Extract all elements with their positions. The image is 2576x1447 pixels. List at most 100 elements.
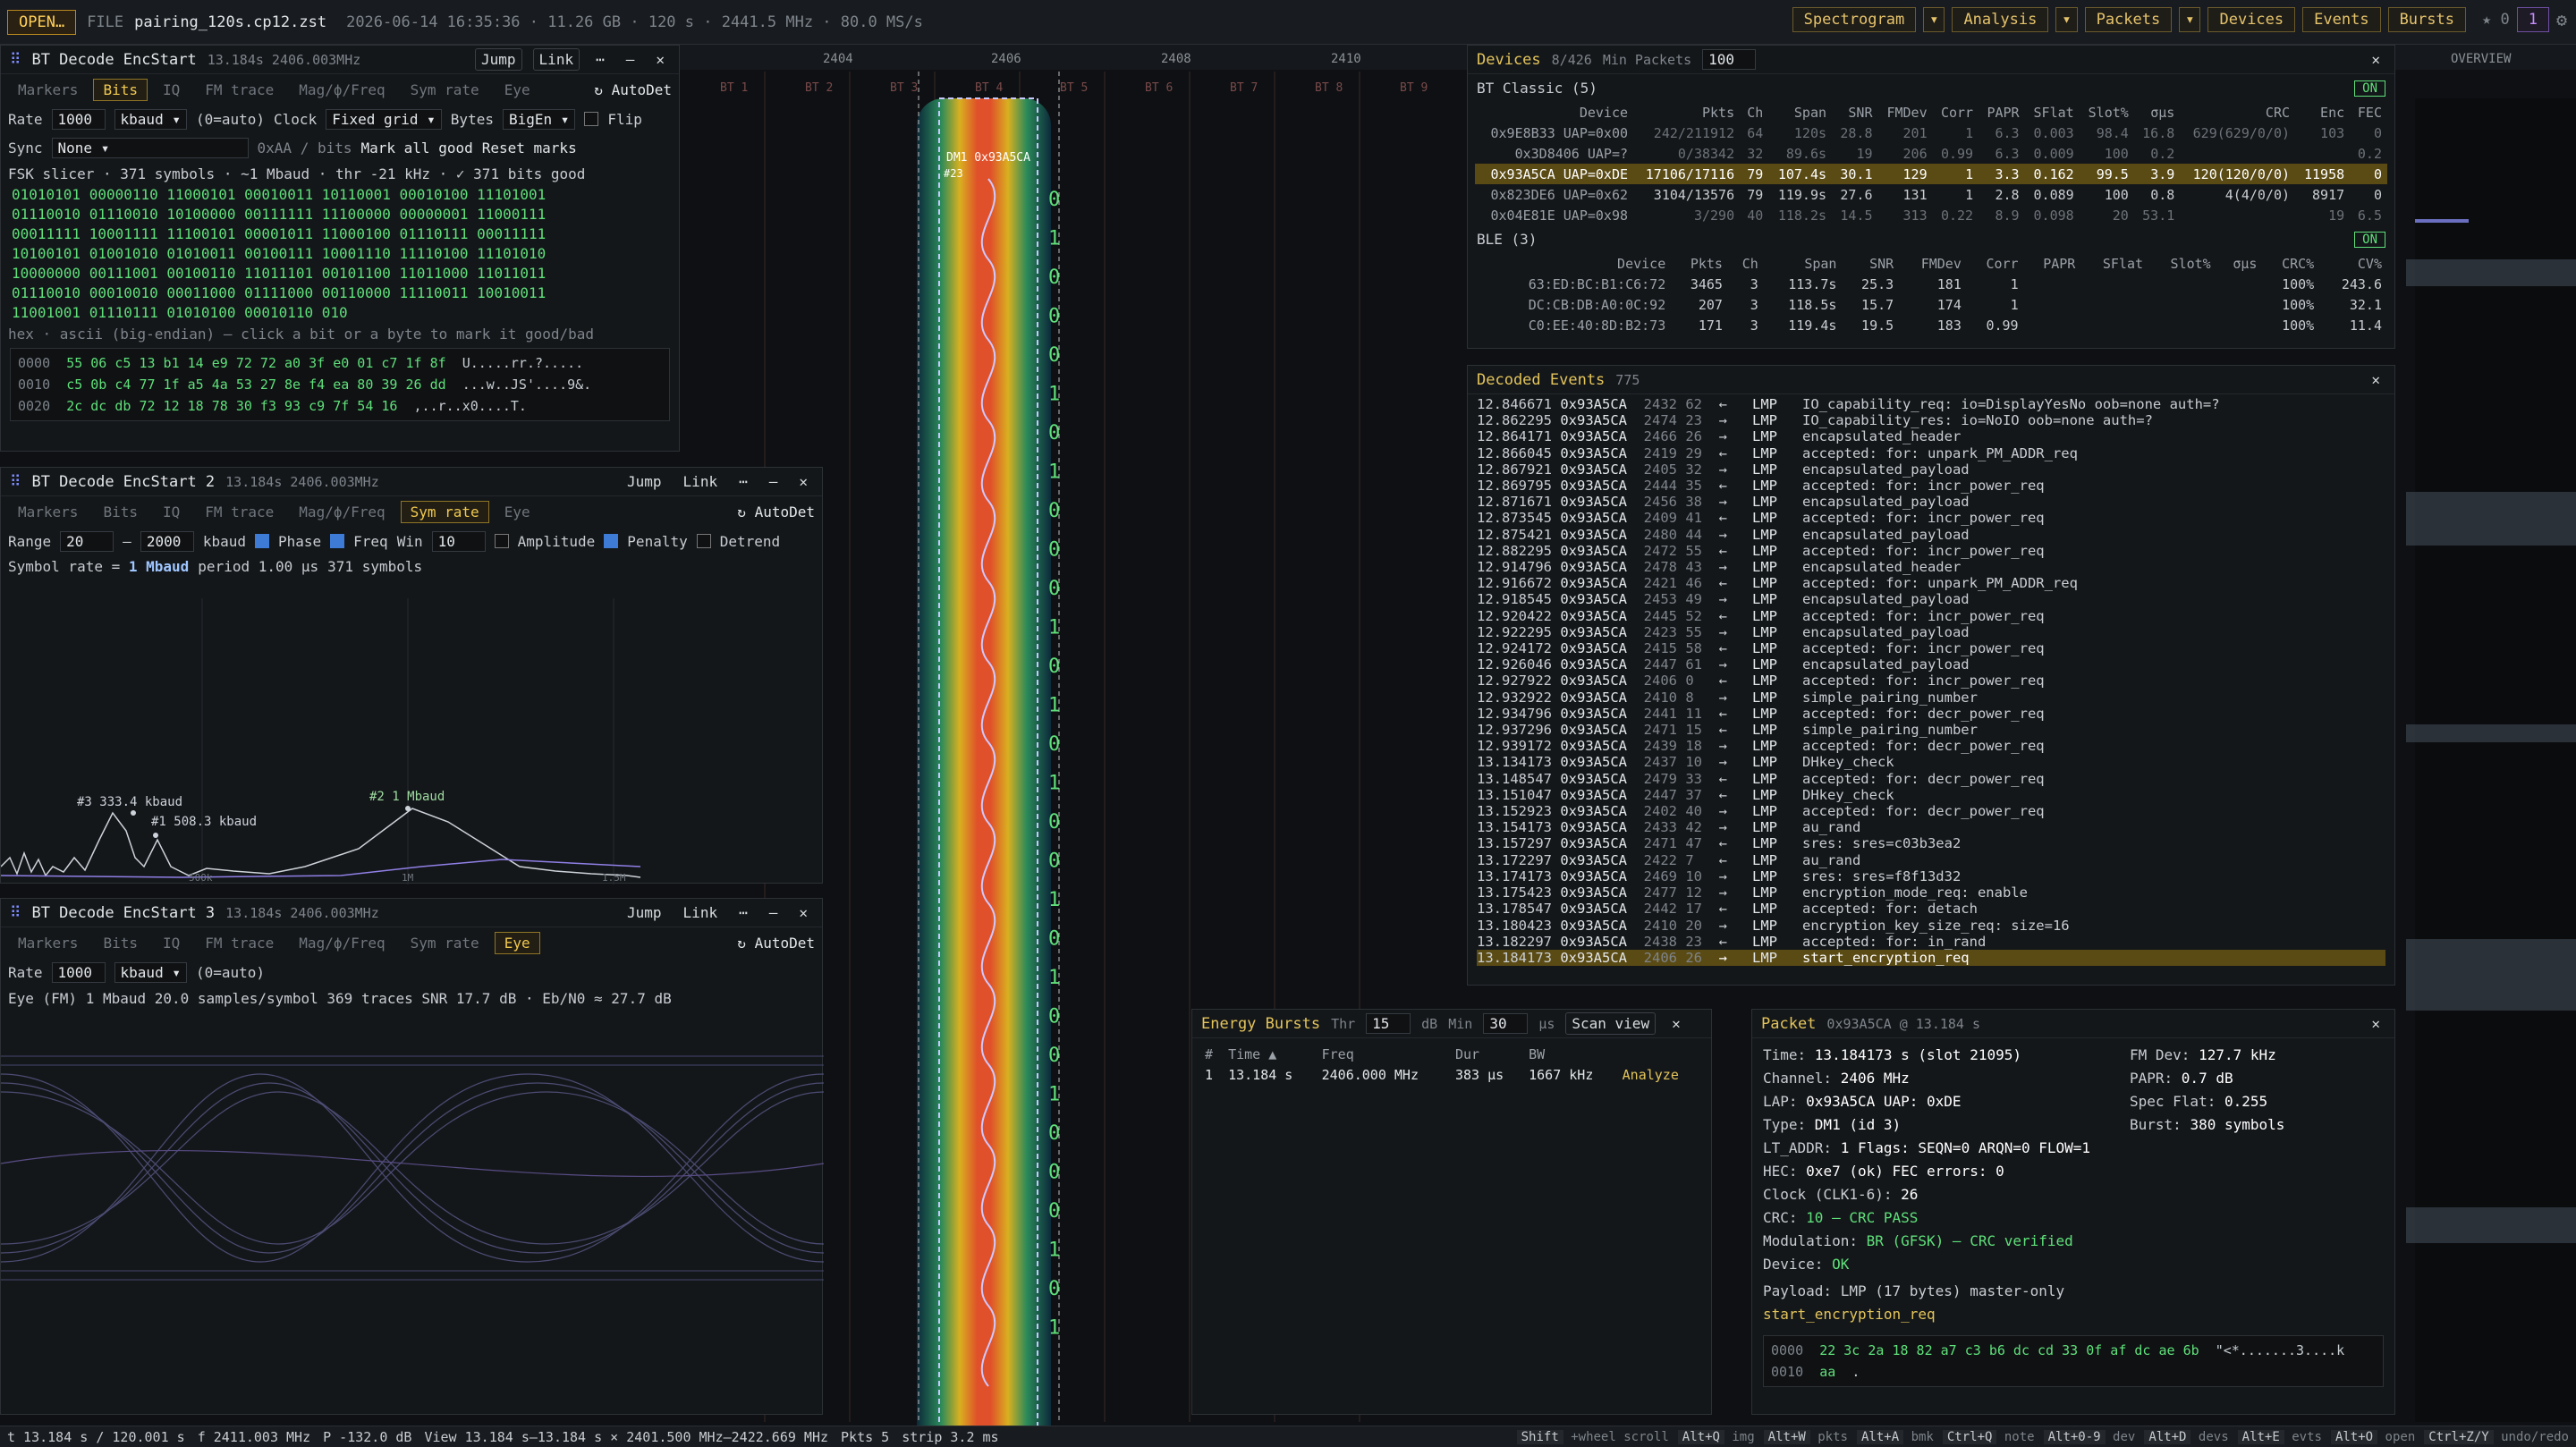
tab-iq[interactable]: IQ [153,932,190,954]
column-header[interactable]: Span [1764,253,1843,274]
analysis-menu[interactable]: Analysis [1952,7,2049,32]
column-header[interactable]: Ch [1740,102,1768,123]
tab-iq[interactable]: IQ [153,79,190,101]
event-row[interactable]: 12.937296 0x93A5CA 2471 15 ← LMP simple_… [1477,722,2385,738]
column-header[interactable]: Corr [1933,102,1979,123]
event-row[interactable]: 12.920422 0x93A5CA 2445 52 ← LMP accepte… [1477,608,2385,624]
column-header[interactable]: FEC [2350,102,2387,123]
column-header[interactable]: Slot% [2080,102,2134,123]
event-row[interactable]: 12.873545 0x93A5CA 2409 41 ← LMP accepte… [1477,510,2385,526]
spectrogram-dropdown-icon[interactable]: ▾ [1923,7,1945,32]
scan-view-button[interactable]: Scan view [1565,1012,1657,1035]
autodet-button[interactable]: ↻ AutoDet [737,935,815,952]
jump-button[interactable]: Jump [622,471,667,492]
table-row[interactable]: 0x93A5CA UAP=0xDE 17106/17116 79 107.4s 30.1… [1475,164,2387,184]
tab-mag-phase-freq[interactable]: Mag/ϕ/Freq [289,932,394,954]
tab-eye[interactable]: Eye [495,79,540,101]
column-header[interactable]: σµs [2134,102,2180,123]
event-row[interactable]: 13.148547 0x93A5CA 2479 33 ← LMP accepte… [1477,771,2385,787]
tab-fm-trace[interactable]: FM trace [195,932,284,954]
rate-unit-select[interactable]: kbaud ▾ [114,108,187,130]
event-row[interactable]: 12.864171 0x93A5CA 2466 26 → LMP encapsu… [1477,428,2385,444]
autodet-button[interactable]: ↻ AutoDet [594,81,672,98]
bit-row[interactable]: 01110010 01110010 10100000 00111111 1110… [1,205,679,224]
rate-unit-select[interactable]: kbaud ▾ [114,961,187,983]
column-header[interactable]: CRC [2180,102,2295,123]
tab-iq[interactable]: IQ [153,501,190,523]
event-row[interactable]: 12.922295 0x93A5CA 2423 55 → LMP encapsu… [1477,624,2385,640]
amplitude-checkbox[interactable] [494,534,509,548]
link-button[interactable]: Link [678,902,724,923]
packets-dropdown-icon[interactable]: ▾ [2179,7,2201,32]
event-row[interactable]: 12.916672 0x93A5CA 2421 46 ← LMP accepte… [1477,575,2385,591]
analysis-dropdown-icon[interactable]: ▾ [2055,7,2078,32]
minimize-icon[interactable]: – [764,902,784,923]
event-row[interactable]: 12.846671 0x93A5CA 2432 62 ← LMP IO_capa… [1477,396,2385,412]
event-row[interactable]: 13.180423 0x93A5CA 2410 20 → LMP encrypt… [1477,918,2385,934]
table-row[interactable]: 63:ED:BC:B1:C6:72 3465 3 113.7s 25.3 181 1 100%… [1475,274,2387,294]
penalty-checkbox[interactable] [604,534,619,548]
bit-row[interactable]: 11001001 01110111 01010100 00010110 010 [1,303,679,323]
column-header[interactable]: BW [1523,1044,1617,1064]
event-row[interactable]: 12.934796 0x93A5CA 2441 11 ← LMP accepte… [1477,706,2385,722]
analyze-button[interactable]: Analyze [1617,1064,1700,1085]
hex-bytes[interactable]: 55 06 c5 13 b1 14 e9 72 72 a0 3f e0 01 c… [66,355,462,371]
payload-name-link[interactable]: start_encryption_req [1763,1306,1936,1323]
bookmark-count[interactable]: ★ 0 [2482,11,2510,29]
close-icon[interactable]: ✕ [793,902,813,923]
event-row[interactable]: 12.882295 0x93A5CA 2472 55 ← LMP accepte… [1477,543,2385,559]
event-list[interactable]: 12.846671 0x93A5CA 2432 62 ← LMP IO_capa… [1468,394,2394,976]
drag-handle-icon[interactable]: ⠿ [10,473,21,491]
column-header[interactable]: σµs [2216,253,2263,274]
event-row[interactable]: 13.184173 0x93A5CA 2406 26 → LMP start_e… [1477,949,2385,967]
clock-select[interactable]: Fixed grid ▾ [326,108,442,130]
ble-table[interactable]: Device Pkts Ch Span SNR FMDev Corr PAPR SFlat Slo… [1475,253,2387,335]
reset-marks-button[interactable]: Reset marks [482,140,577,157]
hex-row[interactable]: 0010 c5 0b c4 77 1f a5 4a 53 27 8e f4 ea… [18,374,662,395]
column-header[interactable]: Ch [1728,253,1764,274]
column-header[interactable]: FMDev [1899,253,1967,274]
events-menu[interactable]: Events [2302,7,2381,32]
table-row[interactable]: DC:CB:DB:A0:0C:92 207 3 118.5s 15.7 174 1 100% 3… [1475,294,2387,315]
ble-toggle[interactable]: ON [2354,231,2385,248]
tab-bits[interactable]: Bits [93,932,148,954]
tab-fm-trace[interactable]: FM trace [195,501,284,523]
bursts-table[interactable]: # Time ▲ Freq Dur BW 1 13.184 s 2406.000 MHz 38… [1199,1044,1700,1085]
column-header[interactable]: SFlat [2080,253,2148,274]
hex-row[interactable]: 0010 aa . [1771,1361,2376,1383]
tab-mag-phase-freq[interactable]: Mag/ϕ/Freq [289,79,394,101]
hex-dump[interactable]: 0000 55 06 c5 13 b1 14 e9 72 72 a0 3f e0… [10,348,670,421]
bit-row[interactable]: 10100101 01001010 01010011 00100111 1000… [1,244,679,264]
bit-row[interactable]: 01010101 00000110 11000101 00010011 1011… [1,185,679,205]
classic-table[interactable]: Device Pkts Ch Span SNR FMDev Corr PAPR SFlat Slo… [1475,102,2387,225]
link-button[interactable]: Link [532,48,580,71]
tab-eye[interactable]: Eye [494,931,540,954]
event-row[interactable]: 12.939172 0x93A5CA 2439 18 → LMP accepte… [1477,738,2385,754]
table-row[interactable]: 0x04E81E UAP=0x98 3/290 40 118.2s 14.5 313 0.2… [1475,205,2387,225]
close-icon[interactable]: ✕ [650,49,670,70]
sync-select[interactable]: None ▾ [51,137,249,158]
table-row[interactable]: 0x3D8406 UAP=? 0/38342 32 89.6s 19 206 0.99 6.3… [1475,143,2387,164]
tab-sym-rate[interactable]: Sym rate [401,932,489,954]
min-duration-input[interactable]: 30 [1483,1013,1529,1034]
packet-label[interactable]: DM1 0x93A5CA [946,151,1030,165]
more-icon[interactable]: ⋯ [733,902,753,923]
tab-bits[interactable]: Bits [93,78,148,101]
tab-mag-phase-freq[interactable]: Mag/ϕ/Freq [289,501,394,523]
column-header[interactable]: Device [1475,102,1633,123]
hex-bytes[interactable]: aa [1819,1364,1852,1380]
workspace-count[interactable]: 1 [2516,7,2549,32]
event-row[interactable]: 13.154173 0x93A5CA 2433 42 → LMP au_rand [1477,819,2385,835]
sync-input[interactable]: 0xAA / bits [258,140,352,157]
event-row[interactable]: 12.862295 0x93A5CA 2474 23 → LMP IO_capa… [1477,412,2385,428]
column-header[interactable]: Corr [1967,253,2024,274]
threshold-input[interactable]: 15 [1366,1013,1411,1034]
event-row[interactable]: 13.157297 0x93A5CA 2471 47 ← LMP sres: s… [1477,835,2385,851]
column-header[interactable]: Pkts [1633,102,1740,123]
packet-energy-band[interactable] [917,98,1051,1447]
range-high-input[interactable]: 2000 [140,530,194,552]
column-header[interactable]: Time ▲ [1223,1044,1317,1064]
event-row[interactable]: 13.152923 0x93A5CA 2402 40 → LMP accepte… [1477,803,2385,819]
column-header[interactable]: # [1199,1044,1223,1064]
close-icon[interactable]: ✕ [2366,1013,2385,1034]
